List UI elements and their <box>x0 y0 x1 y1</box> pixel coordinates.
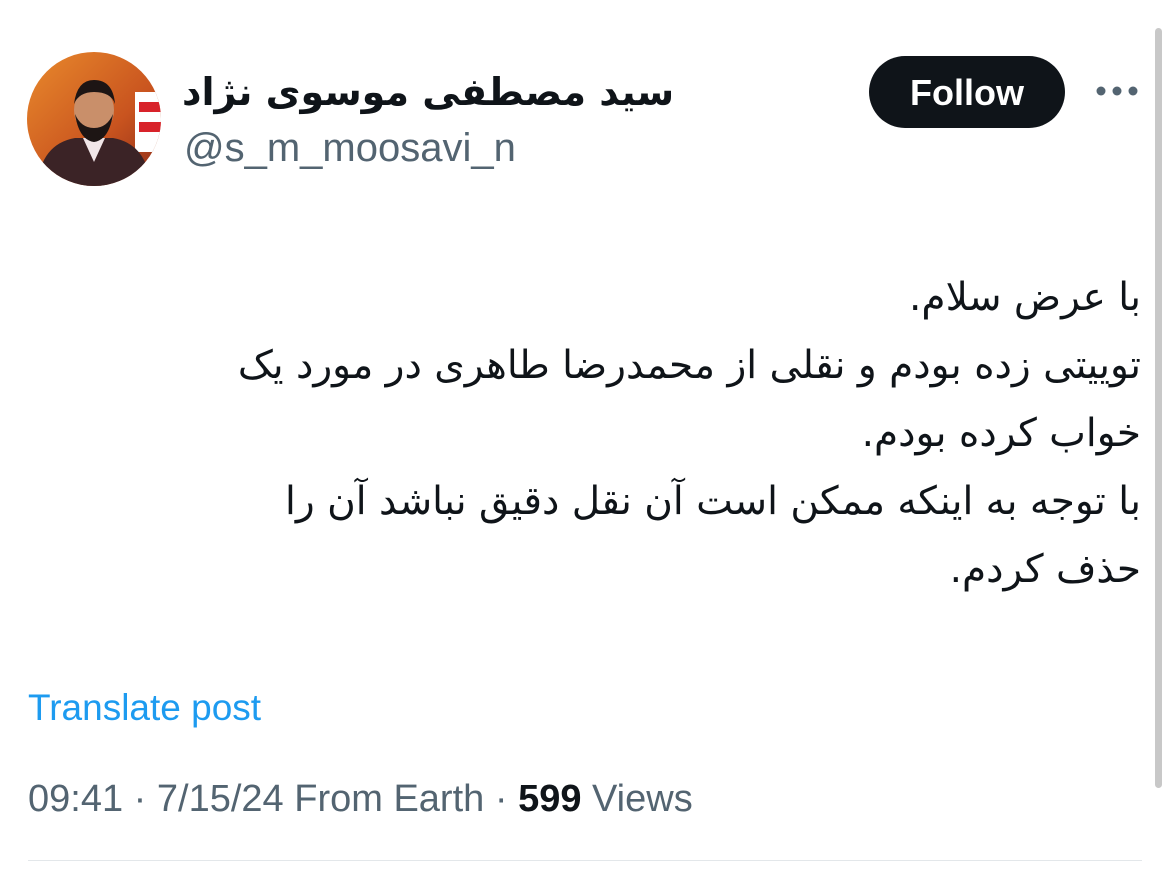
author-handle[interactable]: @s_m_moosavi_n <box>184 124 516 172</box>
tweet-line: حذف کردم. <box>949 547 1141 592</box>
meta-separator: · <box>123 778 157 820</box>
tweet-meta: 09:41 · 7/15/24 From Earth · 599 Views <box>28 774 693 824</box>
profile-photo-icon <box>27 52 161 186</box>
author-display-name[interactable]: سید مصطفی موسوی نژاد <box>182 66 674 118</box>
tweet-text: با عرض سلام. توییتی زده بودم و نقلی از م… <box>41 264 1141 604</box>
tweet-line: با توجه به اینکه ممکن است آن نقل دقیق نب… <box>285 479 1141 524</box>
tweet-line: توییتی زده بودم و نقلی از محمدرضا طاهری … <box>237 343 1141 388</box>
tweet-source: From Earth <box>283 778 485 820</box>
translate-post-link[interactable]: Translate post <box>28 684 261 732</box>
avatar[interactable] <box>27 52 161 186</box>
tweet-line: خواب کرده بودم. <box>861 411 1141 456</box>
views-count[interactable]: 599 <box>518 778 581 820</box>
tweet-date[interactable]: 7/15/24 <box>157 778 284 820</box>
views-label: Views <box>581 778 693 820</box>
tweet-line: با عرض سلام. <box>909 275 1141 320</box>
tweet-time[interactable]: 09:41 <box>28 778 123 820</box>
scrollbar[interactable] <box>1155 28 1162 788</box>
divider <box>28 860 1142 861</box>
follow-button[interactable]: Follow <box>869 56 1065 128</box>
more-horizontal-icon[interactable] <box>1092 82 1142 100</box>
meta-separator: · <box>484 778 519 820</box>
